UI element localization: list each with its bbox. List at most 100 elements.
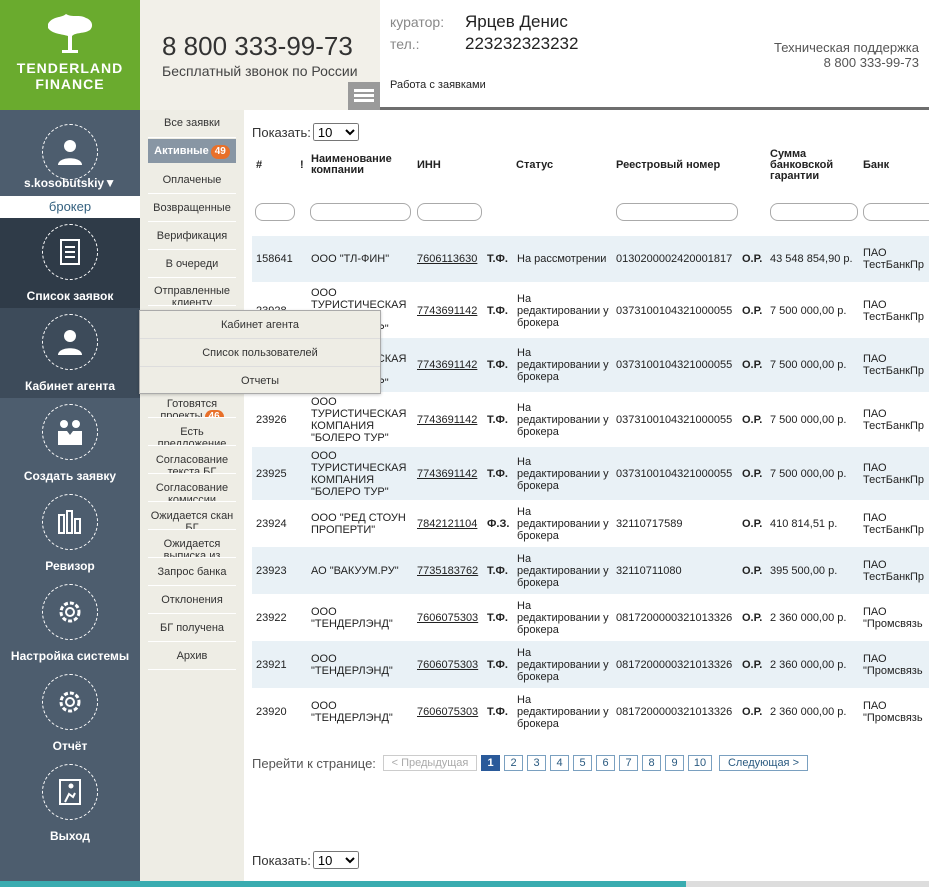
nav-exit[interactable]: Выход bbox=[0, 758, 140, 848]
filter-registry-input[interactable] bbox=[616, 203, 738, 221]
col-registry[interactable]: Реестровый номер bbox=[616, 160, 720, 171]
nav-system-settings[interactable]: Настройка системы bbox=[0, 578, 140, 668]
cell-inn[interactable]: 7735183762 bbox=[417, 565, 478, 577]
cell-inn[interactable]: 7606075303 bbox=[417, 659, 478, 671]
cell-registry: 0817200000321013326 bbox=[616, 705, 733, 718]
col-inn[interactable]: ИНН bbox=[417, 160, 441, 171]
cell-sum: 2 360 000,00 р. bbox=[770, 705, 847, 718]
table-row[interactable]: 23921 ООО "ТЕНДЕРЛЭНД" 7606075303 Т.Ф. На ре… bbox=[252, 641, 929, 688]
col-bank[interactable]: Банк bbox=[863, 160, 889, 171]
page-size-select[interactable]: 10 bbox=[312, 851, 359, 869]
horizontal-scrollbar[interactable] bbox=[0, 881, 929, 887]
menu-item-agent-cabinet[interactable]: Кабинет агента bbox=[140, 311, 380, 339]
cell-inn[interactable]: 7743691142 bbox=[417, 305, 477, 317]
cell-inn[interactable]: 7606075303 bbox=[417, 612, 478, 624]
scrollbar-thumb[interactable] bbox=[0, 881, 686, 887]
page-8-button[interactable]: 8 bbox=[642, 755, 661, 771]
cell-inn[interactable]: 7606075303 bbox=[417, 706, 478, 718]
filter-company-input[interactable] bbox=[310, 203, 411, 221]
user-block[interactable]: s.kosobutskiy▼ брокер bbox=[0, 110, 140, 218]
nav-label: Создать заявку bbox=[23, 469, 117, 483]
nav-report[interactable]: Отчёт bbox=[0, 668, 140, 758]
filter-returned[interactable]: Возвращенные bbox=[148, 194, 236, 222]
filter-all[interactable]: Все заявки bbox=[148, 110, 236, 138]
nav-requests-list[interactable]: Список заявок bbox=[0, 218, 140, 308]
filter-offer[interactable]: Есть предложение bbox=[148, 418, 236, 446]
filter-extract-expected[interactable]: Ожидается выписка из bbox=[148, 530, 236, 558]
page-4-button[interactable]: 4 bbox=[550, 755, 569, 771]
cell-type: Т.Ф. bbox=[487, 564, 508, 577]
cell-op: О.Р. bbox=[742, 564, 763, 577]
nav-auditor[interactable]: Ревизор bbox=[0, 488, 140, 578]
filter-received[interactable]: БГ получена bbox=[148, 614, 236, 642]
cell-op: О.Р. bbox=[742, 658, 763, 671]
filter-verification[interactable]: Верификация bbox=[148, 222, 236, 250]
col-sum[interactable]: Сумма банковской гарантии bbox=[770, 149, 850, 182]
cell-registry: 0373100104321000055 bbox=[616, 413, 733, 426]
cell-id: 23925 bbox=[256, 467, 287, 480]
filter-text-approval[interactable]: Согласование текста БГ bbox=[148, 446, 236, 474]
table-row[interactable]: 158641 ООО "ТЛ-ФИН" 7606113630 Т.Ф. На рассм… bbox=[252, 236, 929, 282]
filter-archive[interactable]: Архив bbox=[148, 642, 236, 670]
page-size-top: Показать: 10 bbox=[252, 123, 359, 141]
filter-fee-approval[interactable]: Согласование комиссии bbox=[148, 474, 236, 502]
filter-paid[interactable]: Оплаченые bbox=[148, 166, 236, 194]
cell-inn[interactable]: 7743691142 bbox=[417, 359, 477, 371]
curator-phone: 223232323232 bbox=[465, 34, 579, 53]
page-3-button[interactable]: 3 bbox=[527, 755, 546, 771]
col-flag[interactable]: ! bbox=[300, 160, 304, 171]
filter-active[interactable]: Активные 49 bbox=[148, 139, 236, 163]
next-page-button[interactable]: Следующая > bbox=[719, 755, 808, 771]
table-row[interactable]: 23926 ООО ТУРИСТИЧЕСКАЯ КОМПАНИЯ "БОЛЕРО … bbox=[252, 392, 929, 447]
cell-inn[interactable]: 7842121104 bbox=[417, 518, 477, 530]
page-size-select[interactable]: 10 bbox=[312, 123, 359, 141]
user-name-dropdown[interactable]: s.kosobutskiy▼ bbox=[0, 176, 140, 190]
bar-chart-icon bbox=[58, 510, 81, 534]
filter-rejections[interactable]: Отклонения bbox=[148, 586, 236, 614]
table-row[interactable]: 23920 ООО "ТЕНДЕРЛЭНД" 7606075303 Т.Ф. На ре… bbox=[252, 688, 929, 735]
page-7-button[interactable]: 7 bbox=[619, 755, 638, 771]
col-status[interactable]: Статус bbox=[516, 160, 553, 171]
brand-logo[interactable]: TENDERLAND FINANCE bbox=[0, 0, 140, 110]
page-6-button[interactable]: 6 bbox=[596, 755, 615, 771]
cell-sum: 410 814,51 р. bbox=[770, 517, 838, 530]
tel-label: тел.: bbox=[390, 36, 420, 52]
cell-company: ООО "ТЛ-ФИН" bbox=[311, 253, 390, 265]
page-size-bottom: Показать: 10 bbox=[252, 851, 359, 869]
filter-sent[interactable]: Отправленные клиенту bbox=[148, 278, 236, 306]
filter-bank-request[interactable]: Запрос банка bbox=[148, 558, 236, 586]
filter-sum-input[interactable] bbox=[770, 203, 858, 221]
cell-inn[interactable]: 7743691142 bbox=[417, 414, 477, 426]
avatar bbox=[42, 124, 98, 180]
filter-bank-input[interactable] bbox=[863, 203, 929, 221]
menu-item-reports[interactable]: Отчеты bbox=[140, 367, 380, 395]
table-row[interactable]: 23924 ООО "РЕД СТОУН ПРОПЕРТИ" 7842121104 Ф… bbox=[252, 500, 929, 547]
filter-inn-input[interactable] bbox=[417, 203, 482, 221]
support-phone: 8 800 333-99-73 bbox=[823, 55, 919, 70]
prev-page-button[interactable]: < Предыдущая bbox=[383, 755, 477, 771]
page-size-label: Показать: bbox=[252, 125, 311, 140]
table-row[interactable]: 23923 АО "ВАКУУМ.РУ" 7735183762 Т.Ф. На реда… bbox=[252, 547, 929, 594]
page-2-button[interactable]: 2 bbox=[504, 755, 523, 771]
cell-inn[interactable]: 7606113630 bbox=[417, 253, 477, 265]
tree-logo-icon bbox=[48, 14, 93, 53]
table-row[interactable]: 23922 ООО "ТЕНДЕРЛЭНД" 7606075303 Т.Ф. На ре… bbox=[252, 594, 929, 641]
page-10-button[interactable]: 10 bbox=[688, 755, 712, 771]
filter-number-input[interactable] bbox=[255, 203, 295, 221]
page-5-button[interactable]: 5 bbox=[573, 755, 592, 771]
nav-create-request[interactable]: Создать заявку bbox=[0, 398, 140, 488]
page-9-button[interactable]: 9 bbox=[665, 755, 684, 771]
filter-scan-expected[interactable]: Ожидается скан БГ bbox=[148, 502, 236, 530]
table-row[interactable]: 23925 ООО ТУРИСТИЧЕСКАЯ КОМПАНИЯ "БОЛЕРО … bbox=[252, 447, 929, 500]
filter-queue[interactable]: В очереди bbox=[148, 250, 236, 278]
page-1-button[interactable]: 1 bbox=[481, 755, 500, 771]
cell-status: На редактировании у брокера bbox=[517, 505, 609, 542]
cell-sum: 7 500 000,00 р. bbox=[770, 359, 847, 371]
col-company[interactable]: Наименование компании bbox=[311, 154, 406, 176]
cell-id: 23923 bbox=[256, 564, 287, 577]
menu-item-users[interactable]: Список пользователей bbox=[140, 339, 380, 367]
col-number[interactable]: # bbox=[256, 160, 262, 171]
nav-agent-cabinet[interactable]: Кабинет агента bbox=[0, 308, 140, 398]
cell-inn[interactable]: 7743691142 bbox=[417, 468, 477, 480]
hamburger-menu-button[interactable] bbox=[348, 82, 380, 110]
